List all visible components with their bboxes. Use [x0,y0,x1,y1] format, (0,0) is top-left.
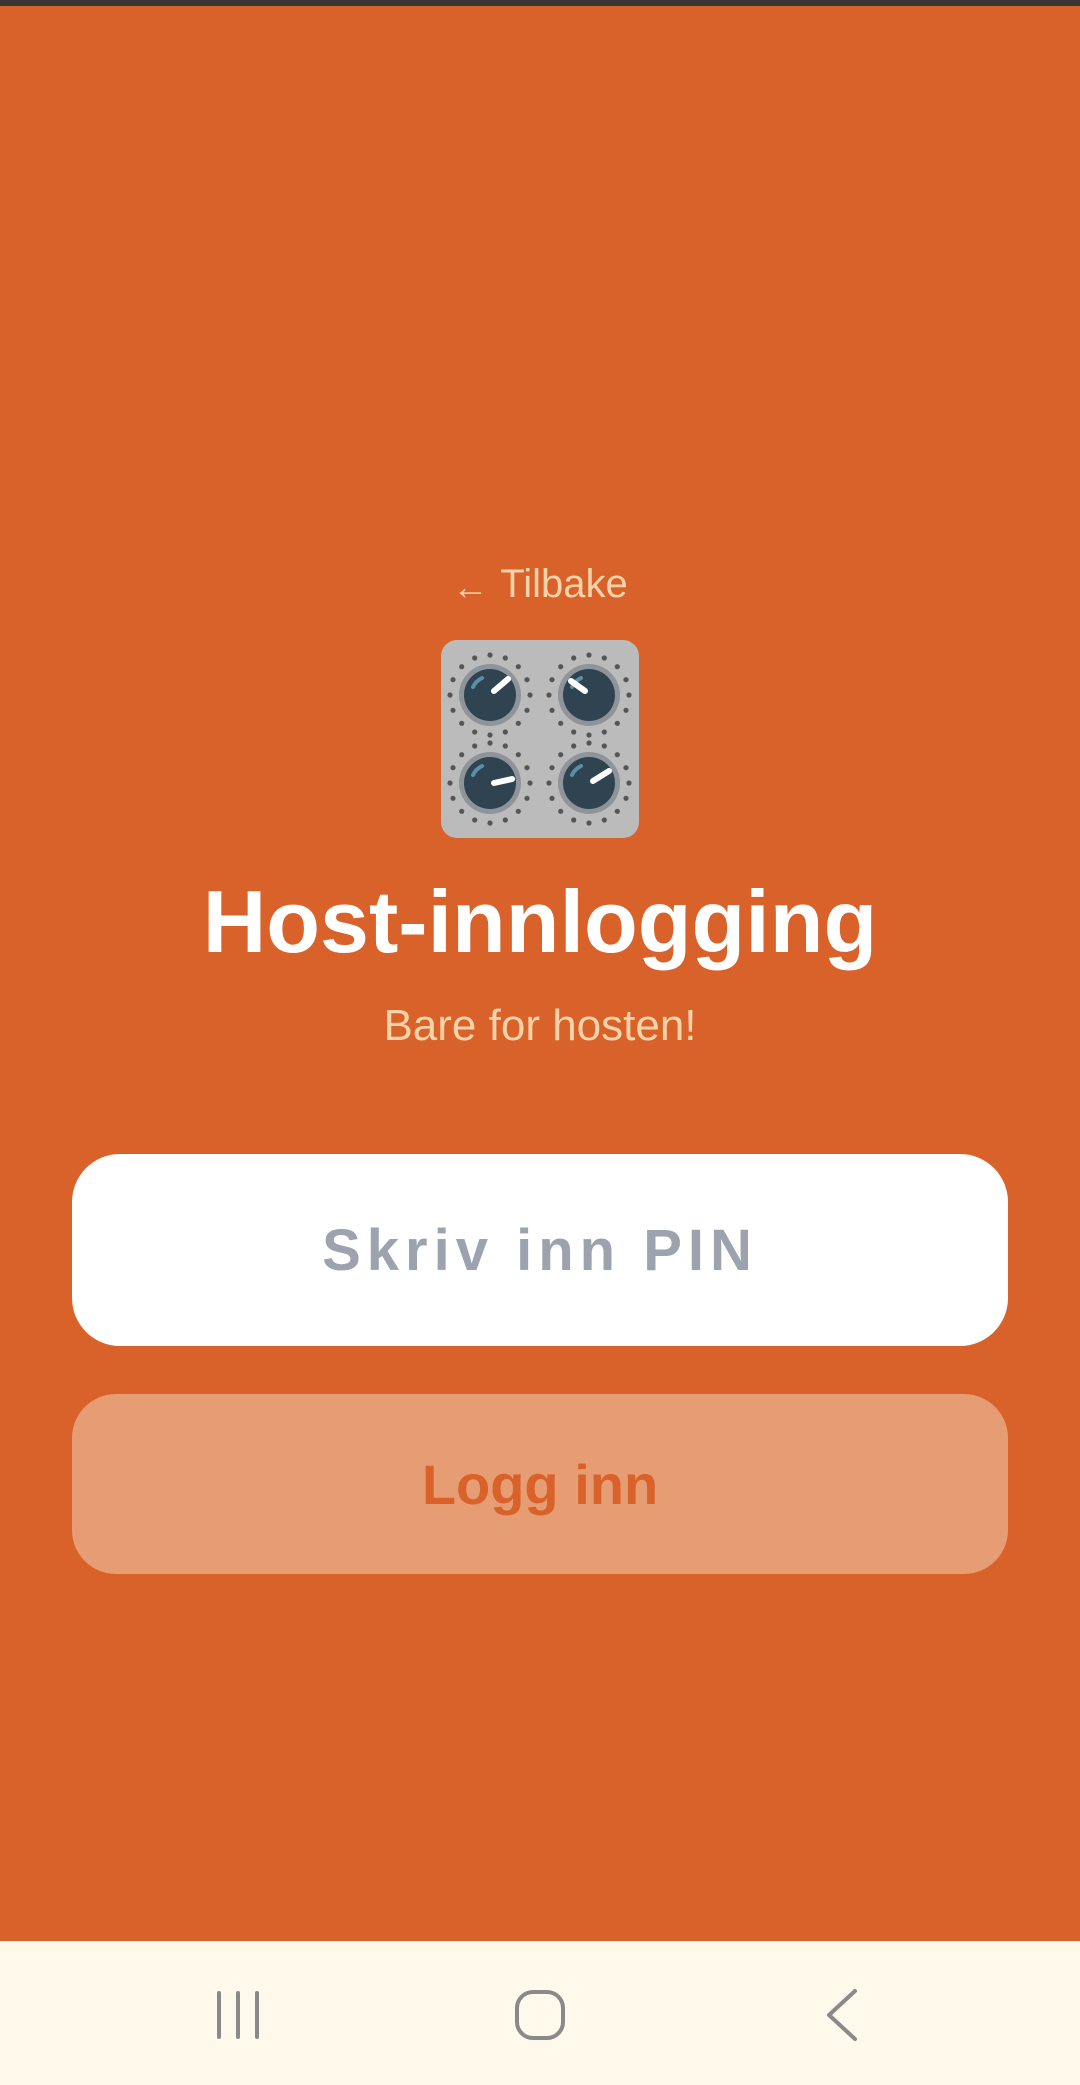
home-icon [515,1990,565,2040]
page-title: Host-innlogging [202,872,878,971]
back-button[interactable] [762,1941,922,2085]
recents-icon [217,1991,259,2039]
pin-input[interactable] [72,1154,1008,1346]
back-link-label: Tilbake [500,562,628,606]
control-knobs-icon [441,640,639,838]
pin-input-container [72,1154,1008,1346]
recents-button[interactable] [158,1941,318,2085]
page-subtitle: Bare for hosten! [383,1001,697,1050]
login-screen: ← Tilbake Host-innlogging Bare for hoste… [0,6,1080,1941]
home-button[interactable] [460,1941,620,2085]
back-chevron-icon [827,1989,857,2041]
system-nav-bar [0,1941,1080,2085]
login-button[interactable]: Logg inn [72,1394,1008,1574]
back-arrow-icon: ← [452,566,489,607]
back-link[interactable]: ← Tilbake [0,554,1080,617]
